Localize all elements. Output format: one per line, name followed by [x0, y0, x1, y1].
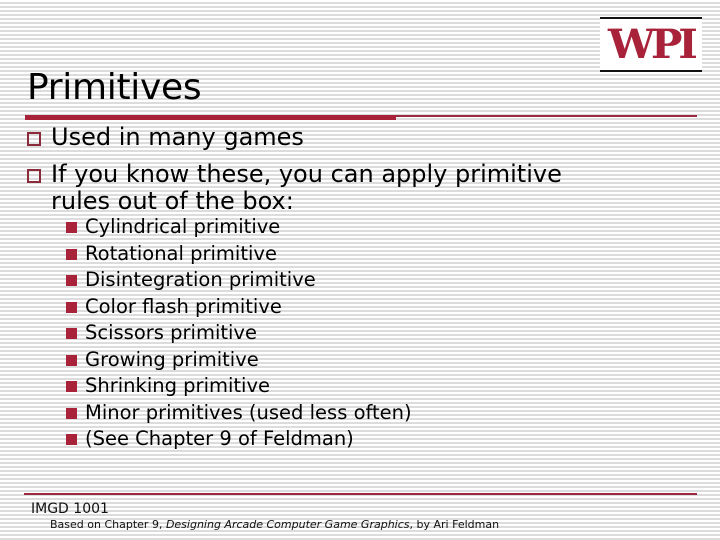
footer-credit-book-title: Designing Arcade Computer Game Graphics — [165, 518, 410, 531]
footer-credit-suffix: , by Ari Feldman — [409, 518, 500, 531]
footer-credit-prefix: Based on Chapter 9, — [50, 518, 166, 531]
wpi-logo-text: WPI — [608, 20, 698, 68]
filled-square-bullet-icon — [66, 354, 77, 366]
sub-bullet-text: Rotational primitive — [85, 241, 277, 265]
title-divider-thin — [396, 115, 697, 117]
footer-credit: Based on Chapter 9, Designing Arcade Com… — [50, 518, 499, 532]
filled-square-bullet-icon — [66, 328, 77, 339]
title-divider-thick — [25, 115, 396, 120]
sub-bullet-text: Growing primitive — [85, 347, 259, 371]
filled-square-bullet-icon — [66, 275, 77, 286]
filled-square-bullet-icon — [66, 301, 77, 313]
hollow-square-bullet-icon — [27, 169, 41, 183]
footer-course: IMGD 1001 — [31, 501, 109, 517]
sub-bullet-text: Disintegration primitive — [85, 268, 316, 291]
bullet-text-continuation: rules out of the box: — [51, 187, 294, 215]
filled-square-bullet-icon — [66, 434, 77, 445]
sub-bullet-text: Cylindrical primitive — [85, 215, 281, 238]
sub-bullet-text: (See Chapter 9 of Feldman) — [85, 427, 354, 450]
filled-square-bullet-icon — [66, 407, 77, 419]
sub-bullet-text: Color flash primitive — [85, 294, 282, 318]
bullet-text: Used in many games — [51, 123, 304, 151]
sub-bullet-text: Shrinking primitive — [85, 374, 271, 397]
filled-square-bullet-icon — [66, 222, 77, 233]
filled-square-bullet-icon — [66, 381, 77, 392]
bullet-text: If you know these, you can apply primiti… — [51, 160, 562, 188]
sub-bullet-text: Scissors primitive — [85, 321, 257, 344]
wpi-logo: WPI — [600, 17, 702, 72]
footer-divider — [24, 493, 697, 495]
sub-bullet-text: Minor primitives (used less often) — [85, 400, 412, 424]
filled-square-bullet-icon — [66, 248, 77, 260]
slide-title: Primitives — [27, 67, 202, 108]
hollow-square-bullet-icon — [27, 132, 41, 146]
